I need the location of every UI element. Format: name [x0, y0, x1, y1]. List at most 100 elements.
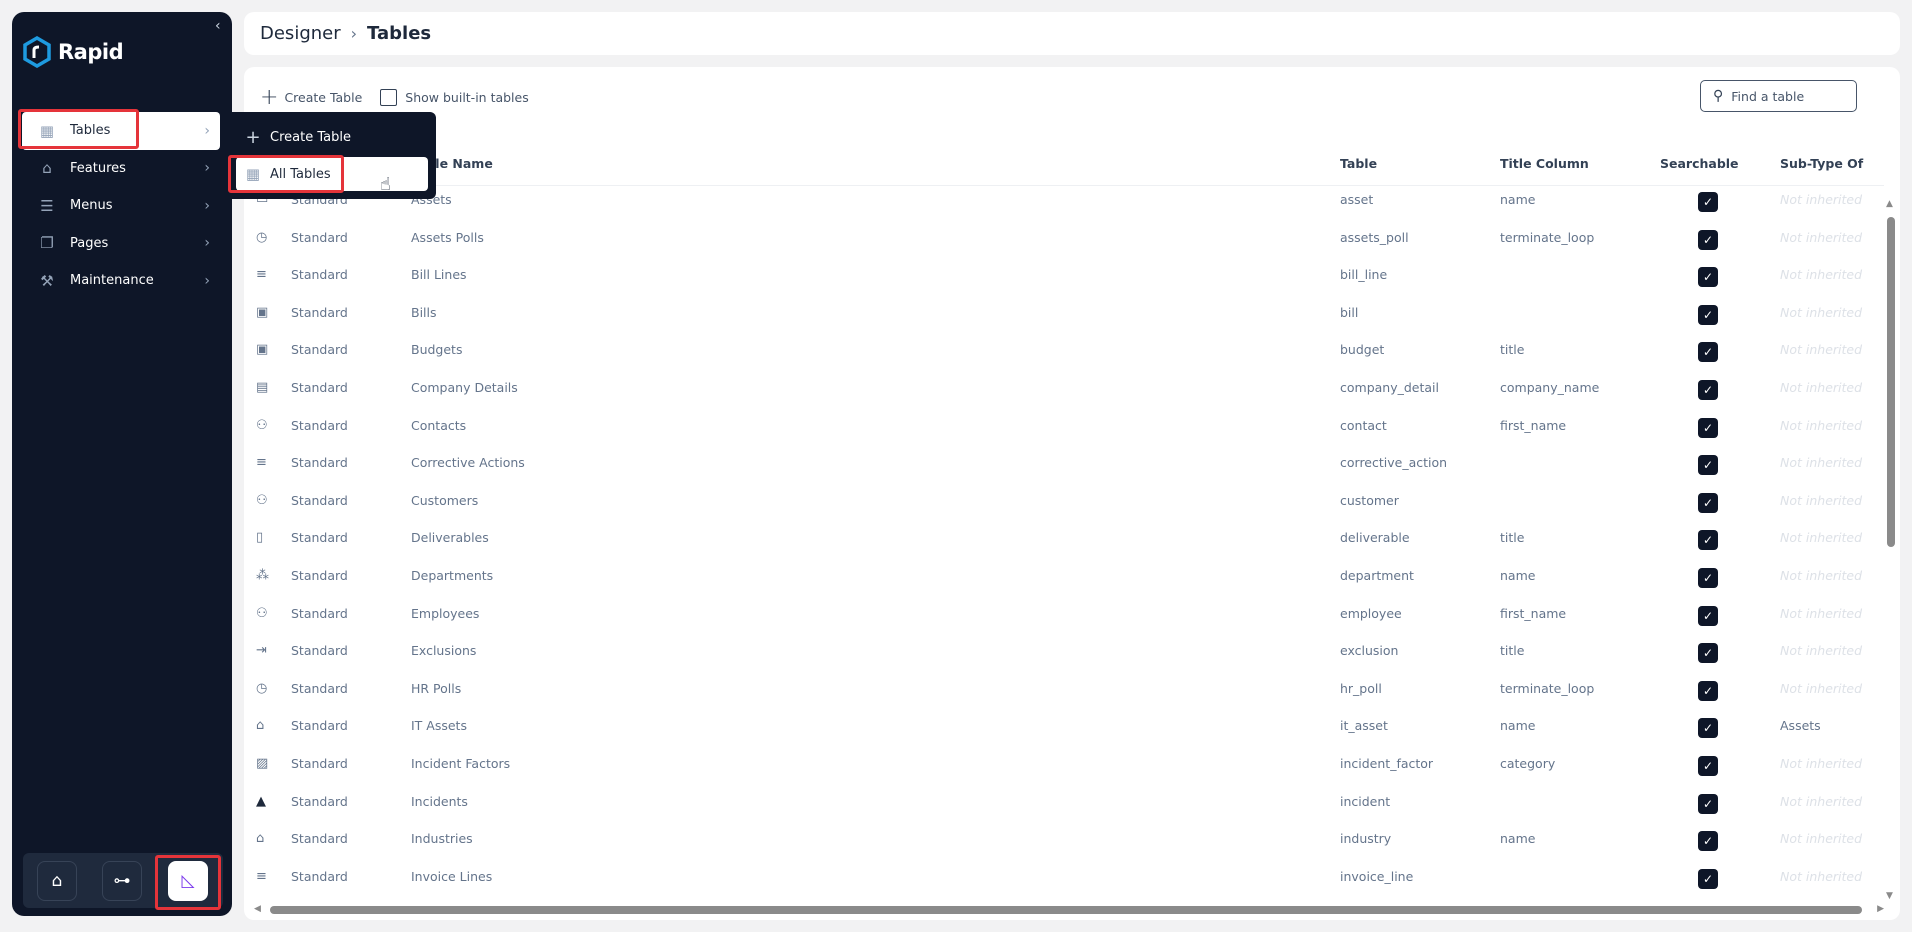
- cell-type: Standard: [291, 831, 348, 847]
- searchable-checkbox[interactable]: ✓: [1698, 304, 1718, 325]
- plus-icon[interactable]: +: [260, 85, 278, 110]
- searchable-checkbox[interactable]: ✓: [1698, 793, 1718, 814]
- page-title: Tables: [367, 23, 432, 44]
- table-row[interactable]: ⇥ Standard Exclusions exclusion title ✓ Not in…: [244, 634, 1874, 671]
- searchable-checkbox[interactable]: ✓: [1698, 267, 1718, 288]
- flyout-all-tables[interactable]: ▦ All Tables: [236, 157, 428, 191]
- table-row[interactable]: ⌂ Standard IT Assets it_asset name ✓ Assets: [244, 709, 1874, 746]
- table-row[interactable]: ⚇ Standard Employees employee first_name ✓ Not…: [244, 597, 1874, 634]
- table-row[interactable]: ⁂ Standard Departments department name ✓ Not i…: [244, 559, 1874, 596]
- tools-icon: ⚒: [40, 271, 54, 290]
- searchable-checkbox[interactable]: ✓: [1698, 831, 1718, 852]
- chevron-right-icon: ›: [204, 235, 210, 252]
- chevron-right-icon: ›: [204, 272, 210, 289]
- cell-title-column: terminate_loop: [1500, 680, 1595, 696]
- vertical-scrollbar[interactable]: ▲ ▼: [1885, 193, 1897, 903]
- cell-table-name: Bill Lines: [411, 267, 467, 283]
- searchable-checkbox[interactable]: ✓: [1698, 492, 1718, 513]
- breadcrumb-designer[interactable]: Designer: [260, 23, 341, 44]
- sidebar-item-features[interactable]: ⌂ Features ›: [22, 150, 220, 188]
- cell-type: Standard: [291, 229, 348, 245]
- collapse-sidebar-icon[interactable]: ‹: [215, 18, 221, 34]
- home-icon: ⌂: [51, 871, 63, 891]
- scroll-right-icon[interactable]: ▶: [1877, 904, 1884, 914]
- table-row[interactable]: ≡ Standard Invoice Lines invoice_line ✓ Not i…: [244, 860, 1874, 897]
- searchable-checkbox[interactable]: ✓: [1698, 380, 1718, 400]
- cell-subtype-of: Not inherited: [1780, 267, 1863, 283]
- list-bolt-icon: ≡: [256, 455, 267, 471]
- cell-table-name: IT Assets: [411, 718, 467, 734]
- cell-table-name: Bills: [411, 304, 437, 320]
- table-row[interactable]: ◷ Standard Assets Polls assets_poll terminat…: [244, 221, 1874, 258]
- hand-cursor-icon: ☝: [380, 174, 391, 195]
- column-header-subtype[interactable]: Sub-Type Of: [1780, 156, 1863, 171]
- scroll-down-icon[interactable]: ▼: [1886, 891, 1893, 901]
- cell-table-name: Incident Factors: [411, 756, 511, 771]
- table-row[interactable]: ≡ Standard Corrective Actions corrective_ac…: [244, 446, 1874, 483]
- searchable-checkbox[interactable]: ✓: [1698, 342, 1718, 363]
- sidebar-nav: ▦ Tables › ⌂ Features › ☰ Menus › ❐ Pages › ⚒ Mai…: [22, 112, 220, 300]
- searchable-checkbox[interactable]: ✓: [1698, 605, 1718, 626]
- table-row[interactable]: ⚇ Standard Contacts contact first_name ✓ Not i…: [244, 409, 1874, 446]
- create-table-button[interactable]: Create Table: [284, 90, 362, 105]
- cell-table-name: Customers: [411, 492, 479, 508]
- show-builtin-label[interactable]: Show built-in tables: [405, 90, 528, 105]
- table-row[interactable]: ≡ Standard Bill Lines bill_line ✓ Not inherit…: [244, 258, 1874, 295]
- cell-subtype-of: Not inherited: [1780, 229, 1863, 245]
- cell-subtype-of: Not inherited: [1780, 304, 1863, 320]
- searchable-checkbox[interactable]: ✓: [1698, 417, 1718, 438]
- table-row[interactable]: ⌂ Standard Industries industry name ✓ Not inhe…: [244, 822, 1874, 859]
- cell-subtype-of: Not inherited: [1780, 793, 1863, 809]
- building-icon: ⌂: [256, 831, 265, 847]
- table-row[interactable]: ▣ Standard Bills bill ✓ Not inherited: [244, 296, 1874, 333]
- column-header-table[interactable]: Table: [1340, 156, 1377, 171]
- table-row[interactable]: ▭ Standard Assets asset name ✓ Not inherited: [244, 183, 1874, 220]
- searchable-checkbox[interactable]: ✓: [1698, 756, 1718, 776]
- cell-title-column: title: [1500, 530, 1525, 546]
- searchable-checkbox[interactable]: ✓: [1698, 192, 1718, 212]
- searchable-checkbox[interactable]: ✓: [1698, 718, 1718, 739]
- cell-title-column: title: [1500, 342, 1525, 358]
- table-row[interactable]: ⚇ Standard Customers customer ✓ Not inherited: [244, 484, 1874, 521]
- column-header-searchable[interactable]: Searchable: [1660, 156, 1739, 171]
- sidebar-item-menus[interactable]: ☰ Menus ›: [22, 187, 220, 225]
- timer-icon: ◷: [256, 229, 268, 245]
- horizontal-scrollbar[interactable]: ◀ ▶: [250, 904, 1884, 916]
- searchable-checkbox[interactable]: ✓: [1698, 455, 1718, 476]
- cell-subtype-of: Assets: [1780, 718, 1821, 734]
- table-row[interactable]: ▤ Standard Company Details company_detail co…: [244, 371, 1874, 408]
- sidebar-item-tables[interactable]: ▦ Tables ›: [22, 112, 220, 150]
- horizontal-scroll-thumb[interactable]: [270, 906, 1862, 914]
- searchable-checkbox[interactable]: ✓: [1698, 643, 1718, 664]
- vertical-scroll-thumb[interactable]: [1887, 217, 1895, 547]
- file-icon: ▯: [256, 530, 264, 546]
- search-input[interactable]: ⚲ Find a table: [1700, 80, 1857, 112]
- table-row[interactable]: ▣ Standard Budgets budget title ✓ Not inherite…: [244, 333, 1874, 370]
- searchable-checkbox[interactable]: ✓: [1698, 680, 1718, 701]
- sidebar-item-pages[interactable]: ❐ Pages ›: [22, 225, 220, 263]
- searchable-checkbox[interactable]: ✓: [1698, 568, 1718, 588]
- workflow-button[interactable]: ⊶: [102, 861, 142, 901]
- flyout-create-table[interactable]: + Create Table: [236, 120, 428, 154]
- cell-subtype-of: Not inherited: [1780, 643, 1863, 659]
- designer-button[interactable]: ◺: [168, 861, 208, 901]
- table-row[interactable]: ◷ Standard HR Polls hr_poll terminate_loop ✓ N…: [244, 672, 1874, 709]
- group-icon: ⁂: [256, 568, 269, 583]
- table-row[interactable]: ▲ Standard Incidents incident ✓ Not inherited: [244, 785, 1874, 822]
- table-row[interactable]: ▨ Standard Incident Factors incident_factor…: [244, 747, 1874, 784]
- brand-name: Rapid: [58, 40, 124, 64]
- person-check-icon: ⚇: [256, 492, 268, 508]
- searchable-checkbox[interactable]: ✓: [1698, 530, 1718, 551]
- cell-title-column: name: [1500, 718, 1536, 734]
- home-button[interactable]: ⌂: [37, 861, 77, 901]
- searchable-checkbox[interactable]: ✓: [1698, 868, 1718, 889]
- list-add-icon: ≡: [256, 868, 267, 884]
- sidebar-item-maintenance[interactable]: ⚒ Maintenance ›: [22, 262, 220, 300]
- column-header-title[interactable]: Title Column: [1500, 156, 1589, 171]
- scroll-up-icon[interactable]: ▲: [1886, 199, 1893, 209]
- scroll-left-icon[interactable]: ◀: [254, 904, 261, 914]
- show-builtin-checkbox[interactable]: [380, 89, 398, 106]
- searchable-checkbox[interactable]: ✓: [1698, 229, 1718, 250]
- table-row[interactable]: ▯ Standard Deliverables deliverable title ✓ No…: [244, 521, 1874, 558]
- cell-table-name: Company Details: [411, 380, 518, 395]
